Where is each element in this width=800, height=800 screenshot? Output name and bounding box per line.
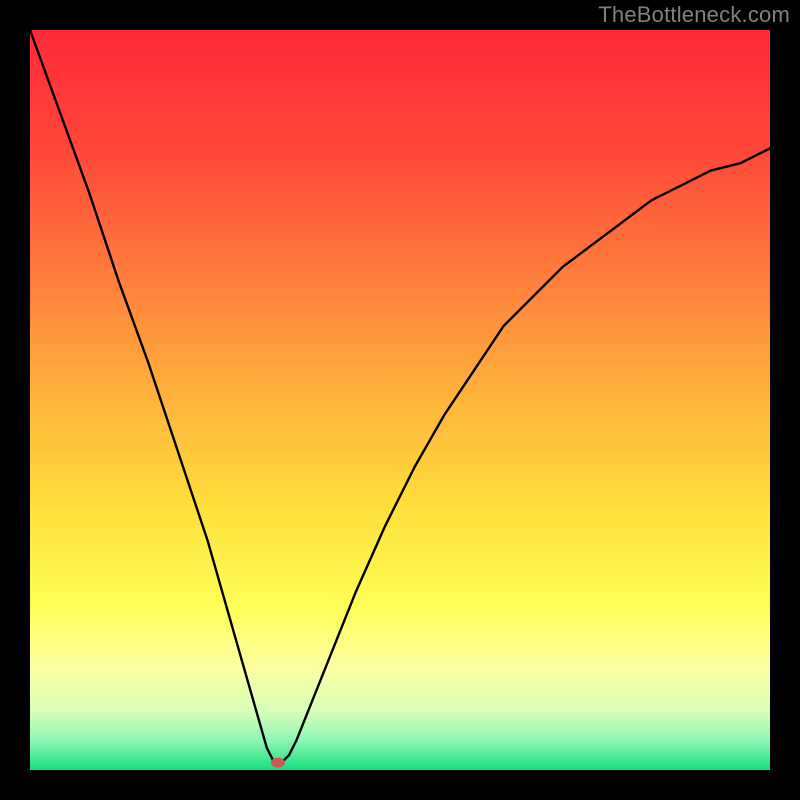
watermark-text: TheBottleneck.com: [598, 2, 790, 28]
min-marker: [271, 758, 285, 768]
gradient-background: [30, 30, 770, 770]
plot-area: [30, 30, 770, 770]
chart-svg: [30, 30, 770, 770]
chart-container: TheBottleneck.com: [0, 0, 800, 800]
